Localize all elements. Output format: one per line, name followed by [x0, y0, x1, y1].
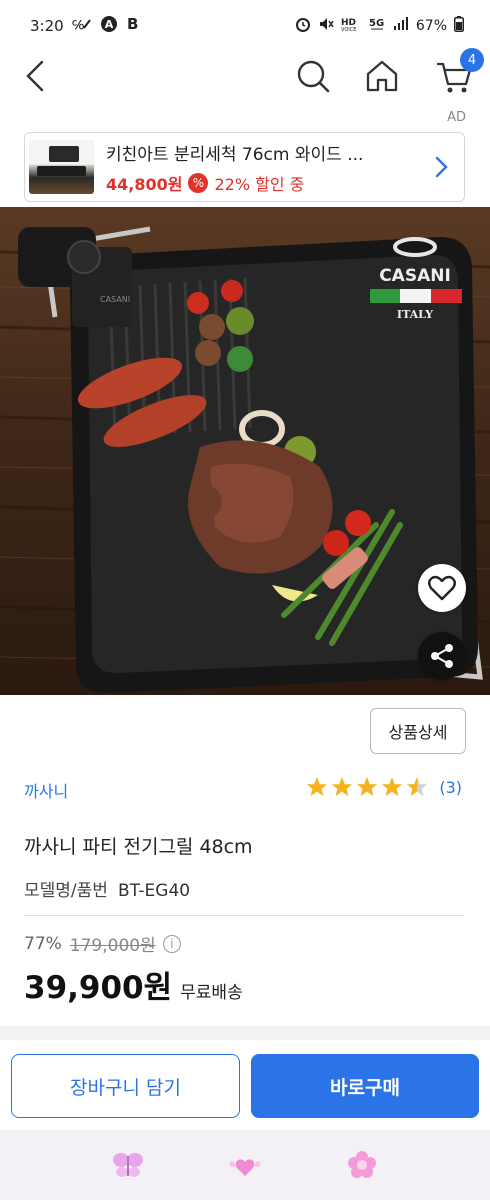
- alarm-icon: [295, 16, 311, 36]
- original-price: 179,000원: [69, 936, 156, 956]
- star-full-icon: [357, 776, 378, 797]
- share-icon: [431, 644, 453, 668]
- heart-wings-icon[interactable]: [228, 1148, 262, 1182]
- discount-percent-icon: %: [188, 172, 209, 193]
- signal-voice-icon: ℅: [72, 16, 92, 36]
- grill-brand-label: CASANI: [100, 295, 130, 304]
- product-image[interactable]: CASANI CASANI ITALY: [0, 207, 490, 695]
- price-row: 39,900원 무료배송: [24, 962, 243, 1007]
- product-detail-button[interactable]: 상품상세: [370, 708, 466, 754]
- ad-product-thumbnail: [29, 140, 94, 194]
- status-bar: 3:20 ℅ A B HD VOICE 5G 67%: [0, 0, 490, 52]
- back-arrow-icon[interactable]: [20, 56, 54, 96]
- review-count: (3): [439, 777, 462, 797]
- battery-icon: [454, 16, 464, 36]
- svg-text:B: B: [127, 15, 138, 33]
- rating-summary[interactable]: (3): [306, 776, 462, 798]
- heart-icon: [428, 575, 456, 601]
- svg-text:A: A: [104, 18, 113, 31]
- star-full-icon: [382, 776, 403, 797]
- shipping-info: 무료배송: [180, 983, 243, 1003]
- ad-label: AD: [447, 110, 466, 125]
- casani-logo-sub: ITALY: [397, 308, 433, 321]
- brand-link[interactable]: 까사니: [24, 778, 68, 802]
- ad-title: 키친아트 분리세척 76cm 와이드 ...: [106, 144, 364, 165]
- model-label: 모델명/품번: [24, 881, 108, 901]
- a-circle-icon: A: [100, 15, 118, 37]
- star-full-icon: [332, 776, 353, 797]
- 5g-icon: 5G: [368, 16, 386, 36]
- chevron-right-icon: [426, 152, 456, 182]
- flower-icon[interactable]: [345, 1148, 379, 1182]
- top-nav: 4: [0, 48, 490, 102]
- bottom-nav-bar: [0, 1130, 490, 1200]
- original-price-row: 77% 179,000원 i: [24, 931, 181, 956]
- model-number: 모델명/품번 BT-EG40: [24, 876, 190, 901]
- info-icon[interactable]: i: [162, 934, 181, 953]
- discount-rate: 77%: [24, 933, 62, 954]
- ad-price: 44,800원: [106, 174, 183, 194]
- home-icon[interactable]: [362, 56, 402, 96]
- signal-bars-icon: [393, 17, 409, 35]
- clock: 3:20: [30, 17, 64, 35]
- casani-logo-text: CASANI: [379, 266, 451, 286]
- wishlist-heart-button[interactable]: [418, 564, 466, 612]
- section-separator: [0, 1026, 490, 1040]
- hd-voice-icon: HD VOICE: [341, 16, 361, 36]
- butterfly-icon[interactable]: [111, 1148, 145, 1182]
- star-half-icon: [407, 776, 428, 797]
- cart-count-badge: 4: [460, 48, 484, 72]
- b-app-icon: B: [126, 15, 142, 37]
- mute-icon: [318, 16, 334, 36]
- product-name: 까사니 파티 전기그릴 48cm: [24, 836, 253, 858]
- svg-text:℅: ℅: [72, 18, 84, 32]
- svg-text:5G: 5G: [369, 18, 384, 29]
- grill-illustration: CASANI CASANI ITALY: [0, 207, 490, 695]
- divider: [24, 915, 465, 916]
- share-button[interactable]: [418, 632, 466, 680]
- search-icon[interactable]: [293, 56, 333, 96]
- ad-banner[interactable]: 키친아트 분리세척 76cm 와이드 ... 44,800원 % 22% 할인 …: [24, 132, 465, 202]
- battery-percent: 67%: [415, 18, 447, 34]
- buy-now-button[interactable]: 바로구매: [251, 1054, 479, 1118]
- cart-icon[interactable]: 4: [434, 48, 484, 96]
- model-value: BT-EG40: [117, 881, 191, 901]
- add-to-cart-button[interactable]: 장바구니 담기: [11, 1054, 240, 1118]
- sale-price: 39,900원: [24, 970, 173, 1006]
- star-full-icon: [307, 776, 328, 797]
- svg-text:VOICE: VOICE: [341, 27, 356, 32]
- ad-discount: 22% 할인 중: [214, 174, 305, 194]
